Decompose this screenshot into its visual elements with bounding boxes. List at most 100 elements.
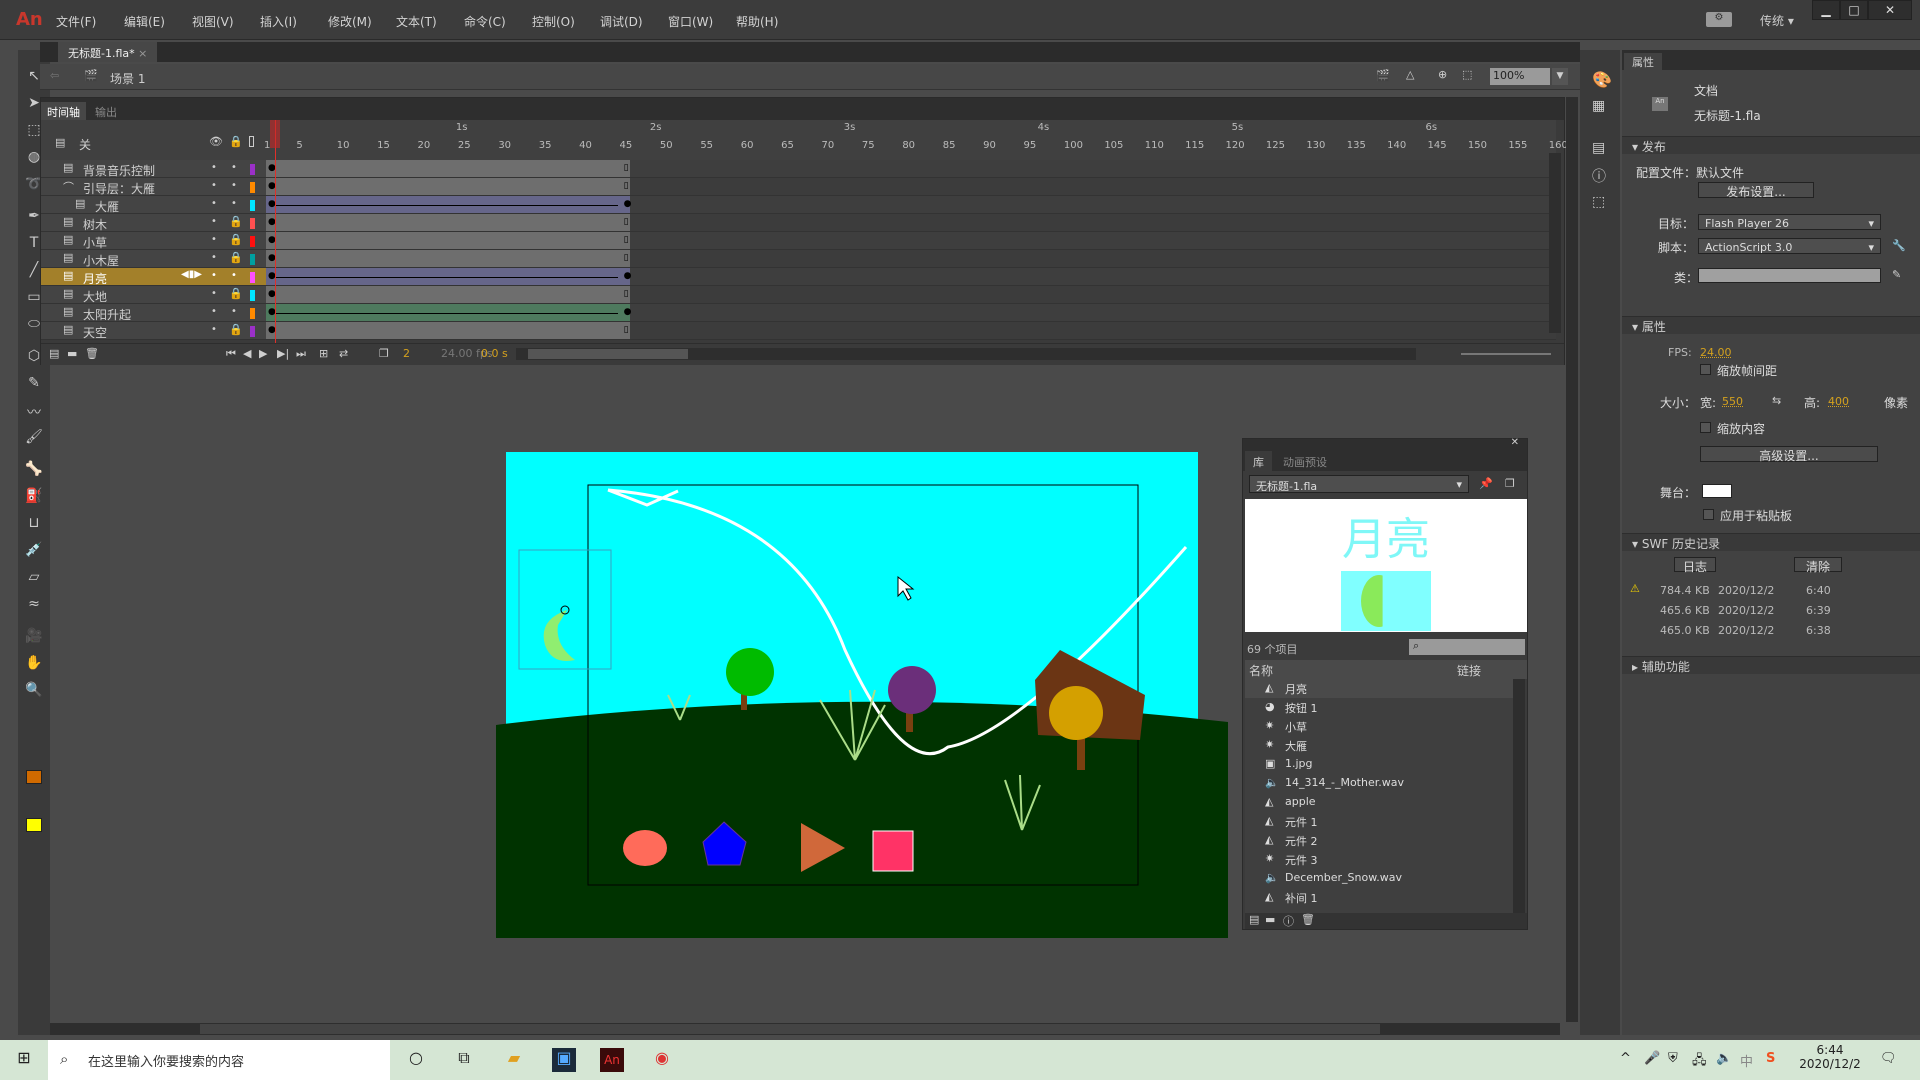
frame-zoom-slider[interactable] — [1461, 353, 1551, 355]
frame-span[interactable] — [266, 250, 630, 267]
keyframe[interactable]: ● — [624, 307, 632, 317]
layer-name[interactable]: 月亮 — [83, 270, 107, 287]
library-item[interactable]: ◭ 元件 2 — [1245, 831, 1513, 850]
lock-dot[interactable]: • — [231, 306, 237, 317]
tab-library[interactable]: 库 — [1245, 451, 1272, 473]
library-search-input[interactable]: ⌕ — [1409, 639, 1525, 655]
color-palette-icon[interactable]: 🎨 — [1592, 70, 1612, 89]
delete-layer-icon[interactable]: 🗑 — [85, 347, 99, 360]
stage-color-swatch[interactable] — [1702, 484, 1732, 498]
apply-pasteboard-checkbox[interactable] — [1703, 509, 1714, 520]
class-input[interactable] — [1698, 268, 1881, 283]
stage-hscrollbar[interactable] — [50, 1023, 1560, 1035]
document-tab[interactable]: 无标题-1.fla* × — [58, 42, 158, 62]
menu-item[interactable]: 控制(O) — [532, 13, 575, 30]
library-item[interactable]: ✷ 元件 3 — [1245, 850, 1513, 869]
brush-tool-icon[interactable]: 🖌 — [23, 429, 45, 449]
library-file-select[interactable]: 无标题-1.fla ▾ — [1249, 475, 1469, 493]
frame-span[interactable] — [266, 232, 630, 249]
visibility-dot[interactable]: • — [211, 270, 217, 281]
onion-skin-icon[interactable]: ❐ — [379, 347, 389, 360]
security-icon[interactable]: ⛨ — [1668, 1051, 1678, 1066]
taskbar-search[interactable]: 在这里输入你要搜索的内容 — [48, 1040, 390, 1080]
frame-span[interactable] — [266, 178, 630, 195]
frame-row[interactable]: ● ▯ — [266, 322, 1556, 340]
zoom-select[interactable]: 100% — [1490, 68, 1550, 85]
menu-item[interactable]: 修改(M) — [328, 13, 372, 30]
eye-icon[interactable]: 👁 — [209, 135, 223, 148]
layer-color-swatch[interactable] — [250, 272, 255, 283]
sync-settings-icon[interactable]: ⚙ — [1706, 12, 1732, 27]
layer-row[interactable]: ⌒ 引导层：大雁 • • — [41, 178, 266, 196]
back-arrow-icon[interactable]: ⇦ — [50, 69, 59, 82]
layer-color-swatch[interactable] — [250, 200, 255, 211]
layer-row[interactable]: ▤ 树木 • 🔒 — [41, 214, 266, 232]
cortana-icon[interactable]: ○ — [404, 1048, 428, 1072]
visibility-dot[interactable]: • — [211, 234, 217, 245]
sogou-icon[interactable]: S — [1766, 1051, 1775, 1066]
menu-item[interactable]: 帮助(H) — [736, 13, 778, 30]
clock[interactable]: 6:44 2020/12/2 — [1790, 1043, 1870, 1071]
library-item[interactable]: ◭ 补间 1 — [1245, 888, 1513, 907]
menu-item[interactable]: 命令(C) — [464, 13, 506, 30]
visibility-dot[interactable]: • — [211, 198, 217, 209]
pin-icon[interactable]: 📌 — [1479, 477, 1493, 490]
new-symbol-icon[interactable]: ▤ — [1249, 913, 1259, 926]
swatches-icon[interactable]: ▦ — [1592, 98, 1605, 114]
menu-item[interactable]: 编辑(E) — [124, 13, 165, 30]
fps-value[interactable]: 24.00 — [1700, 346, 1732, 359]
section-accessibility[interactable]: ▸ 辅助功能 — [1622, 656, 1920, 674]
edit-symbol-icon[interactable]: △ — [1406, 68, 1414, 81]
stage-vscrollbar[interactable] — [1566, 97, 1578, 1022]
layer-name[interactable]: 树木 — [83, 216, 107, 233]
section-publish[interactable]: ▾ 发布 — [1622, 136, 1920, 154]
height-value[interactable]: 400 — [1828, 395, 1849, 408]
task-view-icon[interactable]: ⧉ — [452, 1048, 476, 1072]
library-item[interactable]: ✷ 大雁 — [1245, 736, 1513, 755]
eraser-tool-icon[interactable]: ▱ — [23, 569, 45, 589]
menu-item[interactable]: 调试(D) — [600, 13, 643, 30]
library-item[interactable]: ◭ 元件 1 — [1245, 812, 1513, 831]
microphone-icon[interactable]: 🎤 — [1644, 1051, 1660, 1066]
layer-row[interactable]: ▤ 大雁 • • — [41, 196, 266, 214]
close-button[interactable]: ✕ — [1868, 0, 1912, 20]
lock-icon[interactable]: 🔒 — [229, 215, 243, 228]
ime-indicator[interactable]: 中 — [1740, 1051, 1753, 1070]
library-item[interactable]: ◭ apple — [1245, 793, 1513, 812]
loop-icon[interactable]: ⇄ — [339, 347, 348, 360]
width-tool-icon[interactable]: ≈ — [23, 596, 45, 616]
frame-row[interactable]: ● ● — [266, 304, 1556, 322]
paint-brush-tool-icon[interactable]: 〰 — [23, 402, 45, 422]
frame-span[interactable] — [266, 214, 630, 231]
tab-motion-presets[interactable]: 动画预设 — [1283, 454, 1327, 470]
animate-taskbar-icon[interactable]: An — [600, 1048, 624, 1072]
keyframe[interactable]: ● — [624, 271, 632, 281]
properties-icon[interactable]: ⓘ — [1283, 913, 1294, 929]
layer-color-swatch[interactable] — [250, 326, 255, 337]
layer-row[interactable]: ▤ 背景音乐控制 • • — [41, 160, 266, 178]
lock-icon[interactable]: 🔒 — [229, 233, 243, 246]
layer-row[interactable]: ▤ 大地 • 🔒 — [41, 286, 266, 304]
new-folder-icon[interactable]: ▬ — [1265, 913, 1275, 926]
layer-row[interactable]: ▤ 小木屋 • 🔒 — [41, 250, 266, 268]
keyframe-nav-icon[interactable]: ◀▮▶ — [181, 269, 202, 280]
menu-item[interactable]: 视图(V) — [192, 13, 234, 30]
lock-dot[interactable]: • — [231, 162, 237, 173]
new-library-icon[interactable]: ❐ — [1505, 477, 1515, 490]
center-frame-icon[interactable]: ⊞ — [319, 347, 328, 360]
frame-span[interactable] — [266, 322, 630, 339]
transform-icon[interactable]: ⬚ — [1592, 194, 1605, 210]
menu-item[interactable]: 文本(T) — [396, 13, 437, 30]
layer-color-swatch[interactable] — [250, 254, 255, 265]
layer-color-swatch[interactable] — [250, 308, 255, 319]
layer-name[interactable]: 太阳升起 — [83, 306, 131, 323]
end-frame[interactable]: ▯ — [624, 289, 629, 299]
layer-name[interactable]: 小木屋 — [83, 252, 119, 269]
tab-timeline[interactable]: 时间轴 — [41, 102, 86, 122]
layer-name[interactable]: 大雁 — [95, 198, 119, 215]
script-select[interactable]: ActionScript 3.0 ▾ — [1698, 238, 1881, 254]
frame-row[interactable]: ● ▯ — [266, 250, 1556, 268]
layer-color-swatch[interactable] — [250, 236, 255, 247]
step-back-icon[interactable]: ◀ — [243, 347, 251, 360]
visibility-dot[interactable]: • — [211, 306, 217, 317]
